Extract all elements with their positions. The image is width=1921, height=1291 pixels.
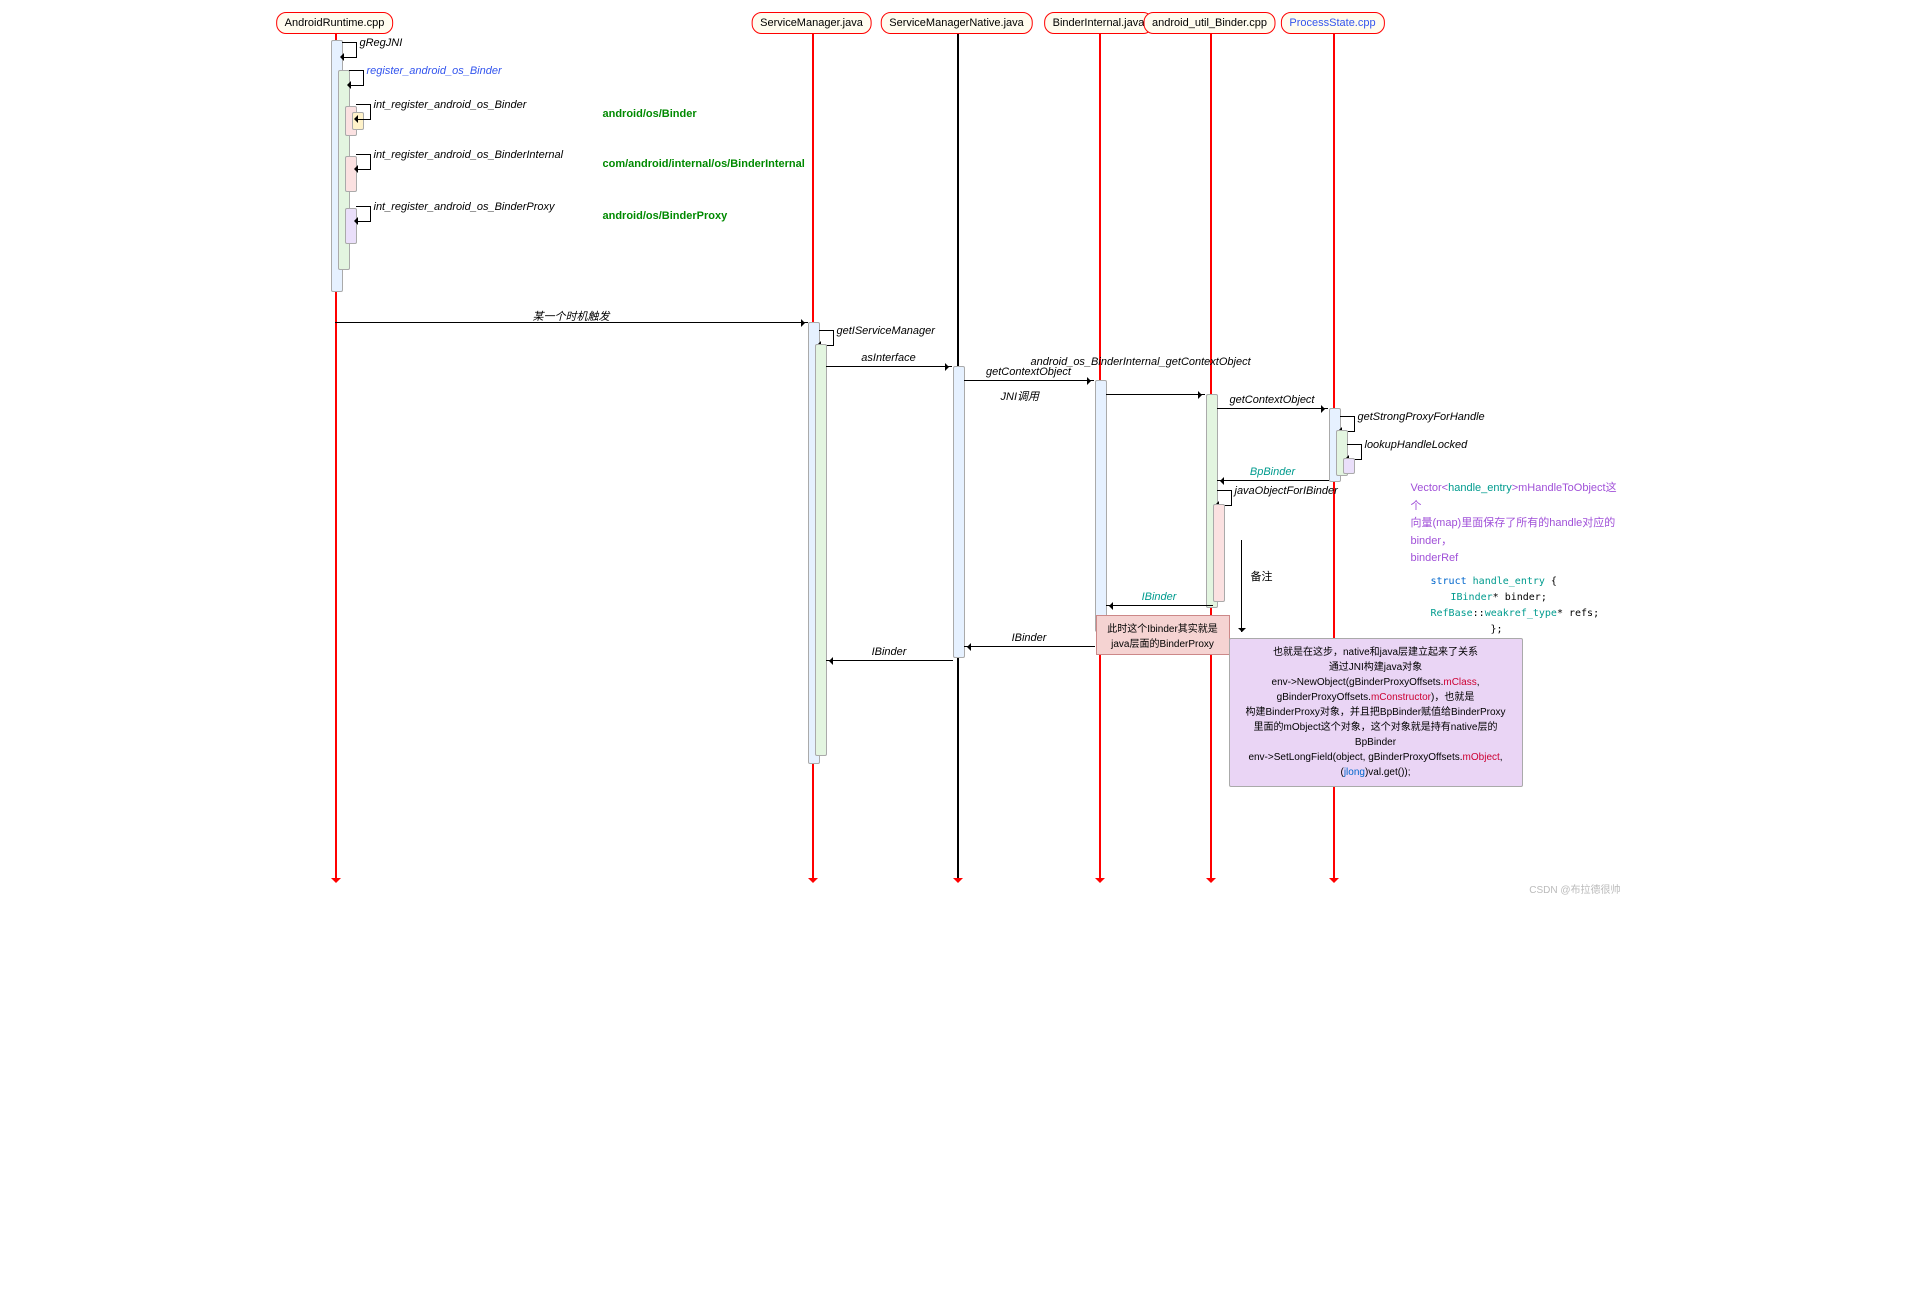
head-binderinternal: BinderInternal.java bbox=[1044, 12, 1154, 34]
head-android-util-binder: android_util_Binder.cpp bbox=[1143, 12, 1276, 34]
note-vector: Vector<handle_entry>mHandleToObject这个 向量… bbox=[1411, 480, 1621, 638]
label-jni: JNI调用 bbox=[1001, 388, 1040, 404]
call-int3: int_register_android_os_BinderProxy bbox=[374, 201, 555, 213]
ret-bpbinder: BpBinder bbox=[1217, 466, 1329, 478]
call-getsm: getIServiceManager bbox=[837, 325, 935, 337]
call-int1: int_register_android_os_Binder bbox=[374, 99, 527, 111]
call-jofb: javaObjectForIBinder bbox=[1235, 485, 1338, 497]
head-servicemanagernative: ServiceManagerNative.java bbox=[880, 12, 1033, 34]
head-servicemanager: ServiceManager.java bbox=[751, 12, 872, 34]
call-register: register_android_os_Binder bbox=[367, 65, 502, 77]
call-lookup: lookupHandleLocked bbox=[1365, 439, 1468, 451]
call-asinterface: asInterface bbox=[826, 352, 952, 364]
act-ps3 bbox=[1343, 458, 1355, 474]
ann1: android/os/Binder bbox=[603, 108, 697, 120]
note-pink: 此时这个Ibinder其实就是 java层面的BinderProxy bbox=[1096, 615, 1230, 655]
ret-ibinder3: IBinder bbox=[826, 646, 953, 658]
ann2: com/android/internal/os/BinderInternal bbox=[603, 158, 805, 170]
head-processstate: ProcessState.cpp bbox=[1280, 12, 1384, 34]
call-getcontext2: getContextObject bbox=[1217, 394, 1328, 406]
ret-ibinder2: IBinder bbox=[964, 632, 1095, 644]
call-strong: getStrongProxyForHandle bbox=[1358, 411, 1485, 423]
act-aub2 bbox=[1213, 504, 1225, 602]
call-int2: int_register_android_os_BinderInternal bbox=[374, 149, 564, 161]
label-remark: 备注 bbox=[1251, 568, 1273, 584]
act-smn bbox=[953, 366, 965, 658]
head-androidruntime: AndroidRuntime.cpp bbox=[276, 12, 394, 34]
sequence-diagram: AndroidRuntime.cpp ServiceManager.java S… bbox=[291, 0, 1631, 900]
label-long: android_os_BinderInternal_getContextObje… bbox=[1031, 356, 1251, 368]
msg-trigger: 某一个时机触发 bbox=[335, 322, 808, 323]
note-jni: 也就是在这步，native和java层建立起来了关系 通过JNI构建java对象… bbox=[1229, 638, 1523, 787]
ret-ibinder1: IBinder bbox=[1106, 591, 1213, 603]
link-remark bbox=[1241, 540, 1242, 632]
watermark: CSDN @布拉德很帅 bbox=[1529, 881, 1620, 896]
act-sm2 bbox=[815, 344, 827, 756]
ann3: android/os/BinderProxy bbox=[603, 210, 728, 222]
call-gregjni: gRegJNI bbox=[360, 37, 403, 49]
